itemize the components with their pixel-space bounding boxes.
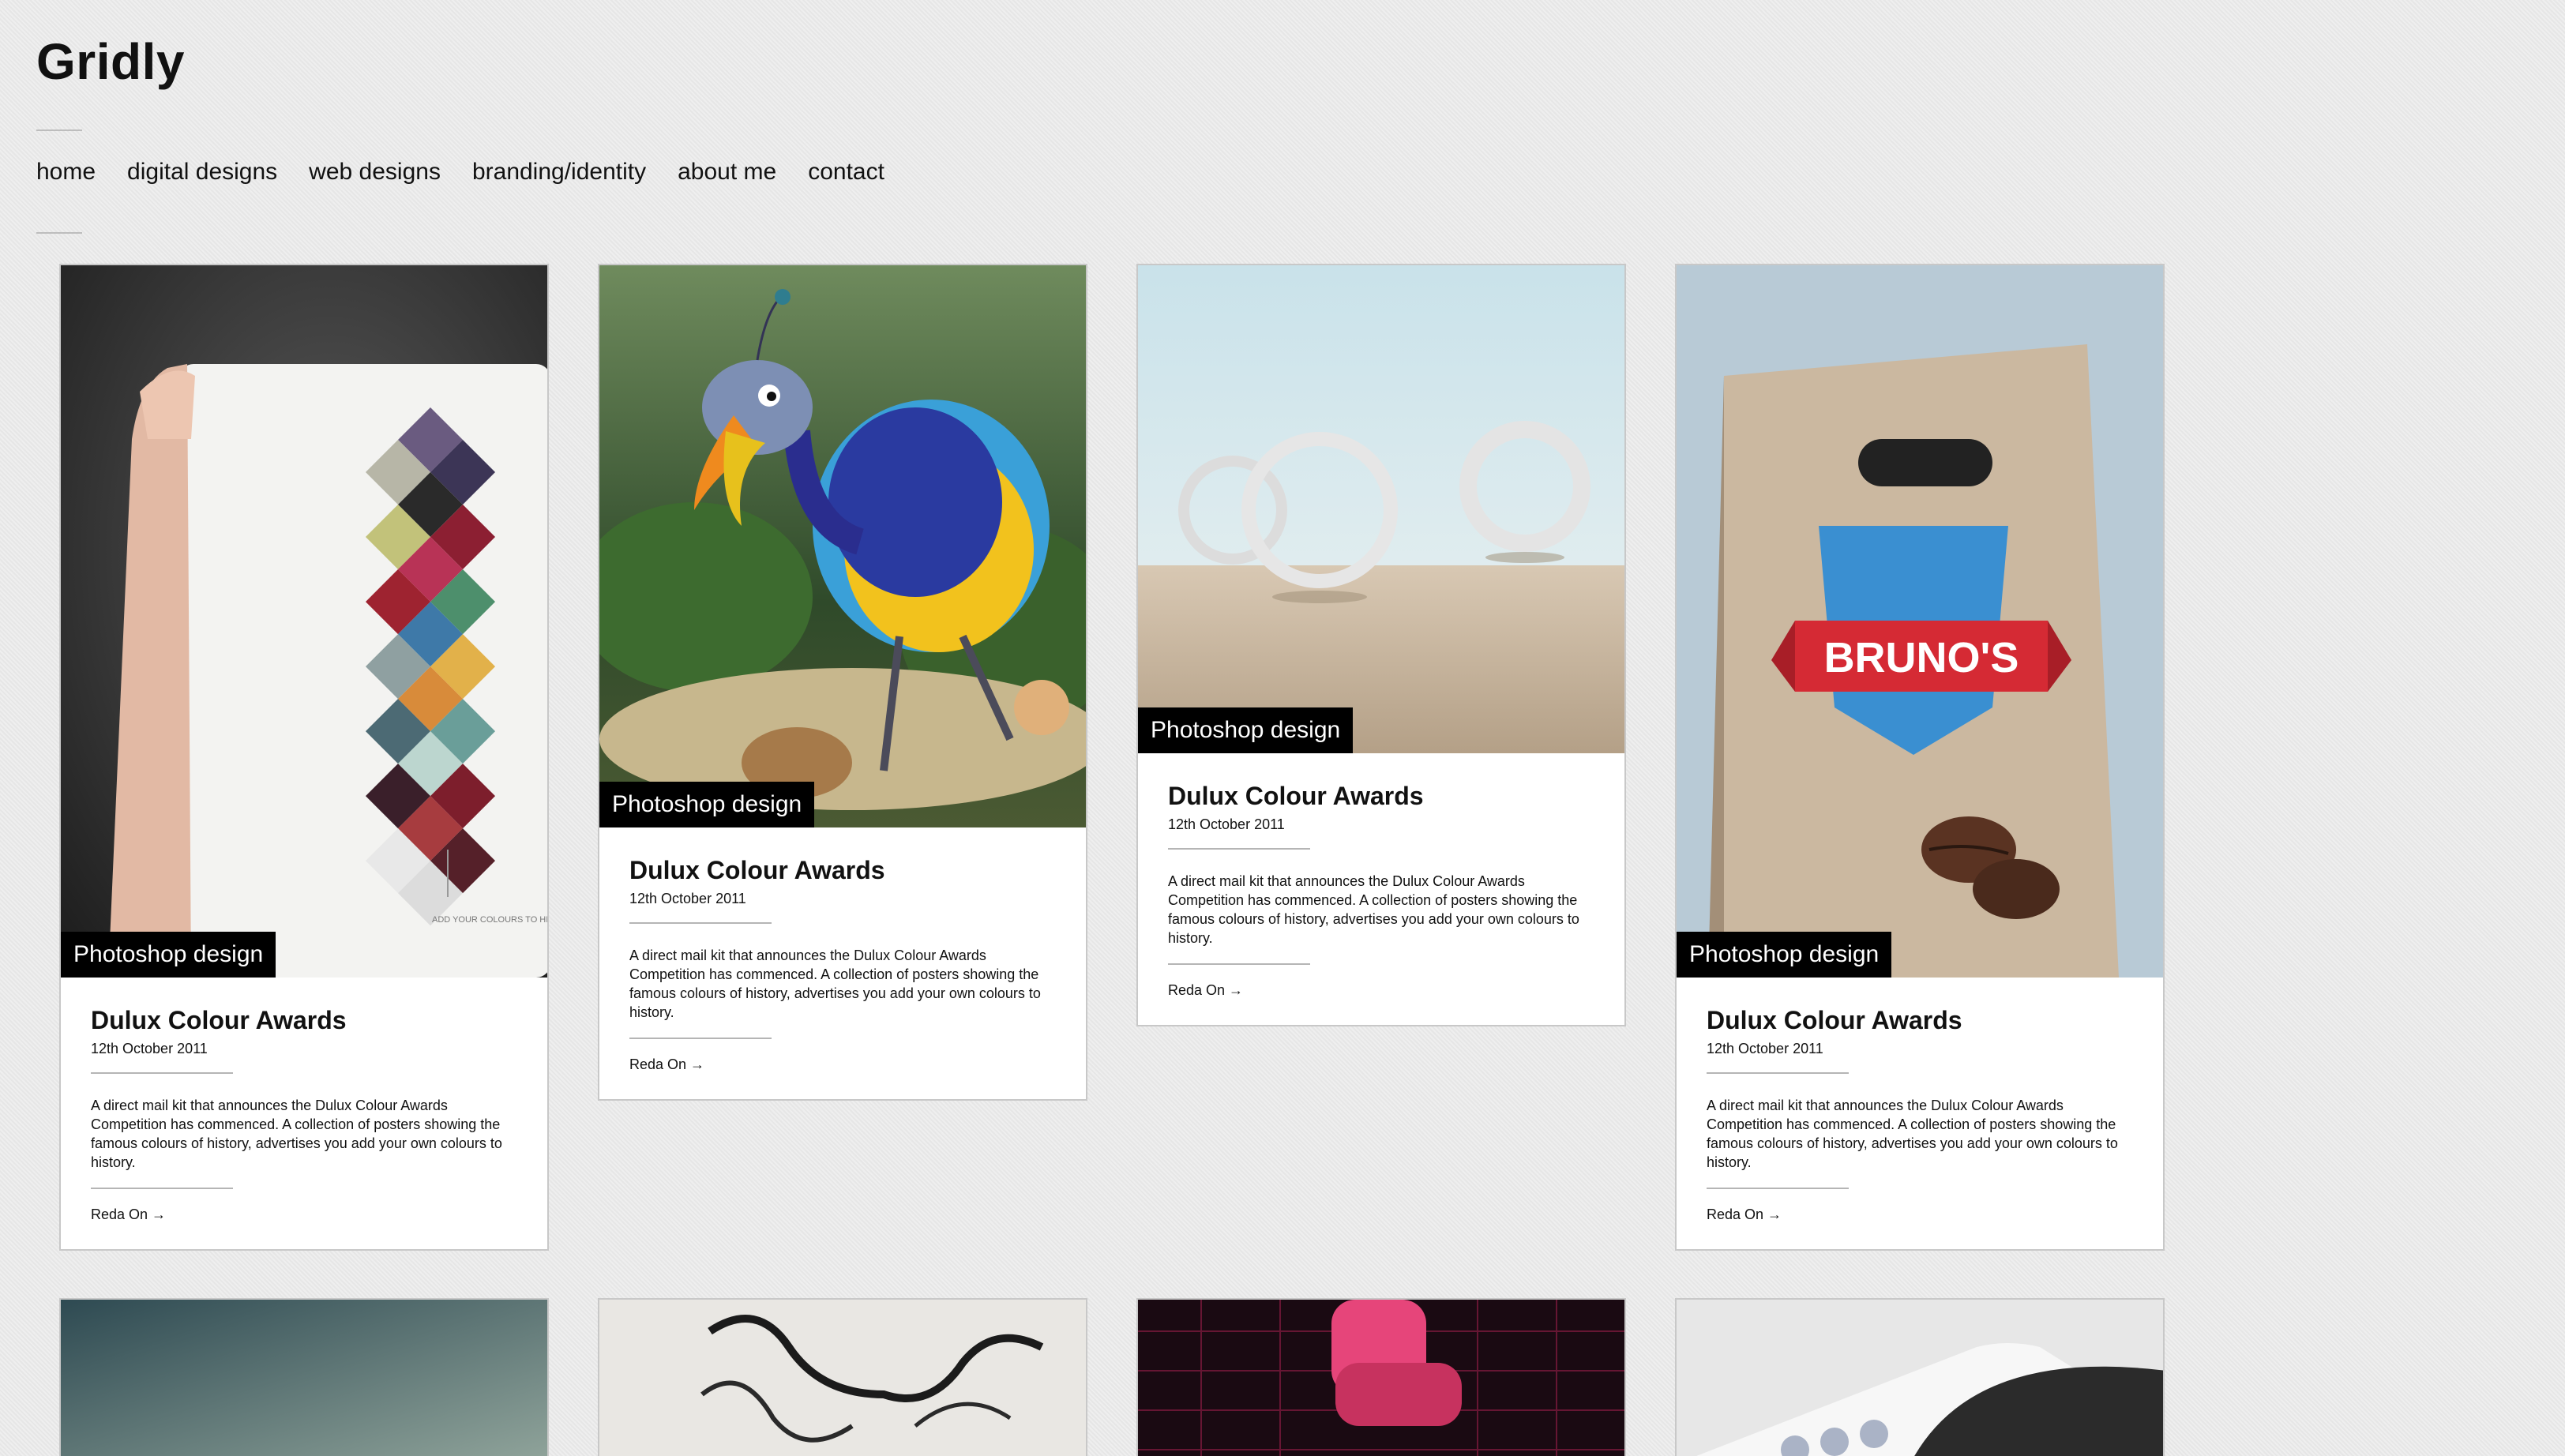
card-thumbnail[interactable]: BRUNO'S Photoshop design	[1677, 265, 2163, 978]
poster-image: ADD YOUR COLOURS TO HISTORY	[61, 265, 547, 978]
portfolio-card[interactable]: Photoshop design Dulux Colour Awards 12t…	[1136, 264, 1626, 1026]
gradient-image	[61, 1300, 547, 1456]
site-logo[interactable]: Gridly	[36, 28, 884, 95]
nav-item-digital-designs[interactable]: digital designs	[127, 156, 277, 188]
print-image	[1677, 1300, 2163, 1456]
card-thumbnail[interactable]	[1138, 1300, 1624, 1456]
calligraphy-image	[599, 1300, 1086, 1456]
card-divider	[629, 1038, 772, 1039]
card-divider	[629, 922, 772, 924]
portfolio-card[interactable]	[1136, 1298, 1626, 1456]
portfolio-card[interactable]: ADD YOUR COLOURS TO HISTORY Photoshop de…	[59, 264, 549, 1251]
card-divider	[1707, 1188, 1849, 1189]
card-thumbnail[interactable]: Photoshop design	[1138, 265, 1624, 753]
bird-illustration-image	[599, 265, 1086, 827]
category-tag[interactable]: Photoshop design	[1138, 707, 1354, 753]
nav-item-contact[interactable]: contact	[808, 156, 884, 188]
card-divider	[1168, 848, 1310, 850]
portfolio-card[interactable]	[1675, 1298, 2165, 1456]
card-title[interactable]: Dulux Colour Awards	[1168, 780, 1594, 812]
card-divider	[1707, 1072, 1849, 1074]
category-tag[interactable]: Photoshop design	[61, 932, 276, 978]
card-date: 12th October 2011	[1707, 1041, 1823, 1056]
card-thumbnail[interactable]	[599, 1300, 1086, 1456]
card-date: 12th October 2011	[91, 1041, 208, 1056]
card-thumbnail[interactable]: ADD YOUR COLOURS TO HISTORY Photoshop de…	[61, 265, 547, 978]
card-title[interactable]: Dulux Colour Awards	[629, 854, 1056, 886]
portfolio-card[interactable]: BRUNO'S Photoshop design Dulux Colour Aw…	[1675, 264, 2165, 1251]
nav-item-home[interactable]: home	[36, 156, 96, 188]
read-more-link[interactable]: Reda On →	[91, 1205, 166, 1224]
header-divider-bottom	[36, 232, 82, 234]
header-divider-top	[36, 129, 82, 131]
card-divider	[1168, 963, 1310, 965]
read-more-link[interactable]: Reda On →	[1168, 981, 1243, 1000]
category-tag[interactable]: Photoshop design	[1677, 932, 1892, 978]
site-header: Gridly home digital designs web designs …	[36, 28, 884, 234]
nav-item-branding-identity[interactable]: branding/identity	[472, 156, 646, 188]
card-title[interactable]: Dulux Colour Awards	[1707, 1004, 2133, 1036]
card-description: A direct mail kit that announces the Dul…	[1707, 1098, 2118, 1170]
nav-item-about-me[interactable]: about me	[678, 156, 776, 188]
card-description: A direct mail kit that announces the Dul…	[629, 948, 1041, 1020]
rings-image	[1138, 265, 1624, 753]
card-description: A direct mail kit that announces the Dul…	[91, 1098, 502, 1170]
read-more-link[interactable]: Reda On →	[1707, 1205, 1782, 1224]
card-body: Dulux Colour Awards 12th October 2011 A …	[1677, 978, 2163, 1224]
main-nav: home digital designs web designs brandin…	[36, 156, 884, 188]
card-thumbnail[interactable]	[1677, 1300, 2163, 1456]
nav-item-web-designs[interactable]: web designs	[309, 156, 441, 188]
portfolio-card[interactable]	[598, 1298, 1087, 1456]
coffee-bag-image: BRUNO'S	[1677, 265, 2163, 978]
card-description: A direct mail kit that announces the Dul…	[1168, 873, 1579, 946]
card-body: Dulux Colour Awards 12th October 2011 A …	[61, 978, 547, 1224]
card-thumbnail[interactable]	[61, 1300, 547, 1456]
card-title[interactable]: Dulux Colour Awards	[91, 1004, 517, 1036]
bruno-logo-text: BRUNO'S	[1824, 634, 2019, 681]
card-divider	[91, 1188, 233, 1189]
card-thumbnail[interactable]: Photoshop design	[599, 265, 1086, 827]
read-more-link[interactable]: Reda On →	[629, 1055, 704, 1074]
card-date: 12th October 2011	[1168, 816, 1285, 832]
card-body: Dulux Colour Awards 12th October 2011 A …	[599, 827, 1086, 1074]
category-tag[interactable]: Photoshop design	[599, 782, 815, 827]
neon-grid-image	[1138, 1300, 1624, 1456]
portfolio-card[interactable]: Photoshop design Dulux Colour Awards 12t…	[598, 264, 1087, 1101]
card-divider	[91, 1072, 233, 1074]
card-body: Dulux Colour Awards 12th October 2011 A …	[1138, 753, 1624, 1000]
poster-caption: ADD YOUR COLOURS TO HISTORY	[432, 915, 547, 925]
card-date: 12th October 2011	[629, 891, 746, 906]
portfolio-card[interactable]	[59, 1298, 549, 1456]
